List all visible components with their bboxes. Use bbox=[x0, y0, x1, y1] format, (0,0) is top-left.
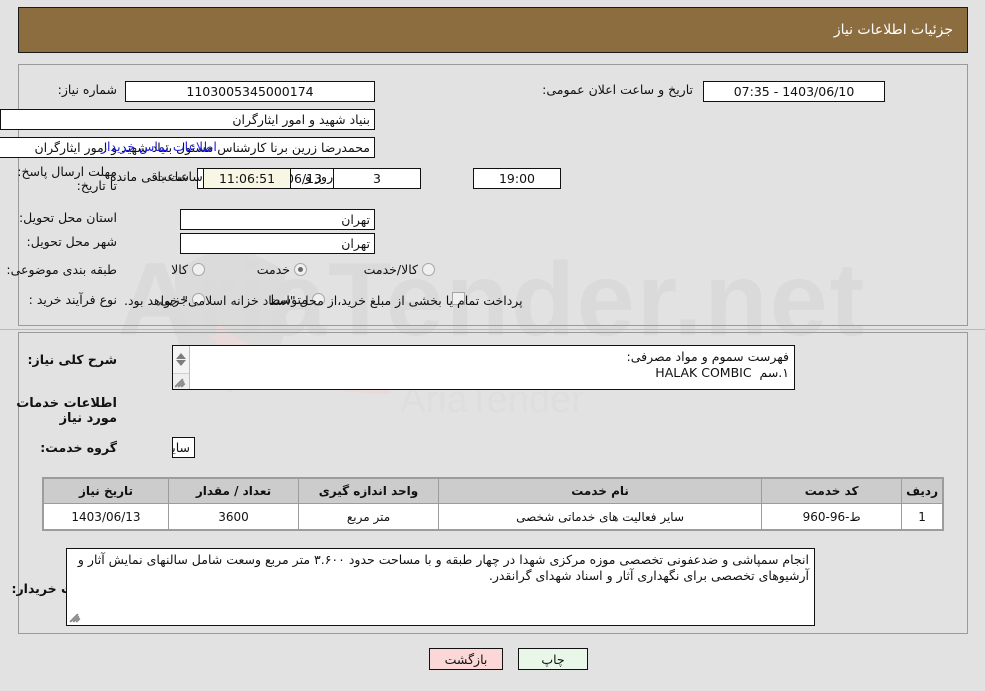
th-need-date: تاریخ نیاز bbox=[43, 478, 169, 504]
category-label: طبقه بندی موضوعی: bbox=[6, 262, 117, 277]
cell-row-no: 1 bbox=[901, 503, 943, 530]
deadline-label-wrap: مهلت ارسال پاسخ: تا تاریخ: bbox=[7, 165, 117, 193]
announce-datetime-field[interactable]: 1403/06/10 - 07:35 bbox=[703, 81, 885, 102]
page-title: جزئیات اطلاعات نیاز bbox=[833, 22, 953, 38]
need-number-label-wrap: شماره نیاز: bbox=[58, 82, 117, 97]
radio-kala-icon[interactable] bbox=[192, 263, 205, 276]
need-number-field[interactable]: 1103005345000174 bbox=[125, 81, 375, 102]
category-option-khedmat-label: خدمت bbox=[256, 262, 290, 277]
services-table-wrap: ردیف کد خدمت نام خدمت واحد اندازه گیری ت… bbox=[42, 477, 944, 531]
description-scrollbar[interactable] bbox=[173, 346, 190, 389]
need-info-panel bbox=[18, 64, 968, 326]
panel-divider bbox=[0, 329, 985, 330]
service-group-label-wrap: گروه خدمت: bbox=[40, 440, 117, 455]
description-textarea[interactable]: فهرست سموم و مواد مصرفی: ۱.سم HALAK COMB… bbox=[173, 346, 794, 384]
service-group-label: گروه خدمت: bbox=[40, 440, 117, 455]
treasury-note-wrap: پرداخت تمام یا بخشی از مبلغ خرید،از محل … bbox=[124, 293, 523, 308]
category-option-kala-khedmat-label: کالا/خدمت bbox=[363, 262, 418, 277]
th-unit: واحد اندازه گیری bbox=[298, 478, 439, 504]
remaining-days-field[interactable]: 3 bbox=[333, 168, 421, 189]
need-number-label: شماره نیاز: bbox=[57, 82, 117, 97]
service-group-field[interactable]: سایر فعالیت‌های خدماتی bbox=[172, 437, 195, 458]
scroll-arrows-icon[interactable] bbox=[173, 346, 189, 374]
th-service-code: کد خدمت bbox=[761, 478, 903, 504]
cell-quantity: 3600 bbox=[168, 503, 299, 530]
cell-need-date: 1403/06/13 bbox=[43, 503, 169, 530]
province-label: استان محل تحویل: bbox=[18, 210, 117, 225]
description-label: شرح کلی نیاز: bbox=[27, 352, 117, 367]
table-row: 1 ط-96-960 سایر فعالیت های خدماتی شخصی م… bbox=[43, 503, 943, 530]
contact-link-wrap[interactable]: اطلاعات تماس خریدار bbox=[101, 139, 217, 154]
th-quantity: تعداد / مقدار bbox=[168, 478, 299, 504]
buyer-org-field[interactable]: بنیاد شهید و امور ایثارگران bbox=[0, 109, 375, 130]
cell-unit: متر مربع bbox=[298, 503, 439, 530]
category-label-wrap: طبقه بندی موضوعی: bbox=[6, 262, 117, 277]
countdown-timer-field: 11:06:51 bbox=[203, 168, 291, 189]
days-label: روز و bbox=[305, 169, 334, 184]
services-section-heading: اطلاعات خدمات مورد نیاز bbox=[16, 396, 117, 426]
description-textarea-box[interactable]: فهرست سموم و مواد مصرفی: ۱.سم HALAK COMB… bbox=[172, 345, 795, 390]
process-label: نوع فرآیند خرید : bbox=[28, 292, 117, 307]
province-field[interactable]: تهران bbox=[180, 209, 375, 230]
description-label-wrap: شرح کلی نیاز: bbox=[28, 352, 117, 367]
category-option-kala[interactable]: کالا bbox=[171, 262, 205, 277]
announce-datetime-label-wrap: تاریخ و ساعت اعلان عمومی: bbox=[542, 82, 693, 97]
city-label-wrap: شهر محل تحویل: bbox=[27, 234, 117, 249]
category-option-kala-label: کالا bbox=[171, 262, 188, 277]
cell-service-code: ط-96-960 bbox=[761, 503, 903, 530]
page-header: جزئیات اطلاعات نیاز bbox=[18, 7, 968, 53]
city-field[interactable]: تهران bbox=[180, 233, 375, 254]
deadline-label: مهلت ارسال پاسخ: تا تاریخ: bbox=[17, 164, 117, 193]
city-label: شهر محل تحویل: bbox=[26, 234, 117, 249]
services-table: ردیف کد خدمت نام خدمت واحد اندازه گیری ت… bbox=[43, 478, 943, 530]
announce-datetime-label: تاریخ و ساعت اعلان عمومی: bbox=[542, 82, 693, 97]
th-service-name: نام خدمت bbox=[437, 478, 763, 504]
radio-khedmat-icon[interactable] bbox=[294, 263, 307, 276]
radio-kala-khedmat-icon[interactable] bbox=[422, 263, 435, 276]
province-label-wrap: استان محل تحویل: bbox=[19, 210, 117, 225]
category-option-khedmat[interactable]: خدمت bbox=[257, 262, 307, 277]
process-label-wrap: نوع فرآیند خرید : bbox=[29, 292, 117, 307]
buyer-contact-link[interactable]: اطلاعات تماس خریدار bbox=[101, 139, 217, 154]
days-label-wrap: روز و bbox=[305, 169, 333, 184]
remaining-hours-label: ساعت باقی مانده bbox=[110, 169, 203, 184]
th-row-no: ردیف bbox=[901, 478, 943, 504]
treasury-note: پرداخت تمام یا بخشی از مبلغ خرید،از محل … bbox=[124, 293, 523, 308]
remaining-label-wrap: ساعت باقی مانده bbox=[110, 169, 203, 184]
table-header-row: ردیف کد خدمت نام خدمت واحد اندازه گیری ت… bbox=[43, 478, 943, 504]
resize-grip-icon[interactable] bbox=[174, 374, 188, 388]
buyer-notes-textarea-box[interactable]: انجام سمپاشی و ضدعفونی تخصصی موزه مرکزی … bbox=[66, 548, 815, 626]
back-button[interactable]: بازگشت bbox=[429, 648, 503, 670]
category-option-kala-khedmat[interactable]: کالا/خدمت bbox=[364, 262, 435, 277]
buyer-notes-resize-grip-icon[interactable] bbox=[69, 609, 83, 623]
cell-service-name: سایر فعالیت های خدماتی شخصی bbox=[437, 503, 763, 530]
print-button[interactable]: چاپ bbox=[518, 648, 588, 670]
buyer-notes-textarea[interactable]: انجام سمپاشی و ضدعفونی تخصصی موزه مرکزی … bbox=[67, 549, 814, 587]
deadline-time-field[interactable]: 19:00 bbox=[473, 168, 561, 189]
